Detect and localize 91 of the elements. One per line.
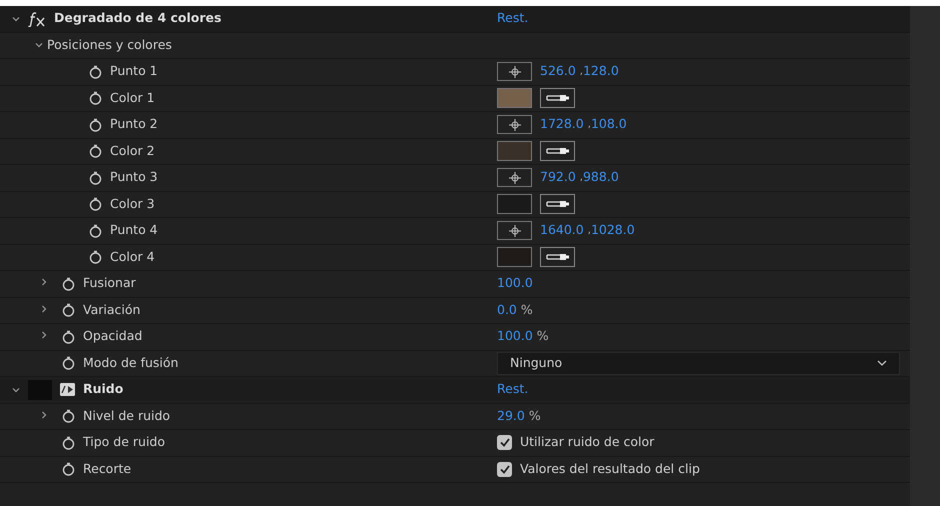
eyedropper-icon [546,93,570,104]
crosshair-icon [508,224,520,237]
param-label: Tipo de ruido [83,433,165,452]
x-value[interactable]: 792.0 [540,168,576,188]
eyedropper-button[interactable] [540,247,575,268]
chevron-down-icon[interactable] [12,14,20,23]
reset-link[interactable]: Rest. [497,380,528,400]
x-value[interactable]: 526.0 [540,62,576,82]
crosshair-button[interactable] [497,62,532,82]
param-label: Modo de fusión [83,354,178,372]
value-separator: , [588,118,591,132]
checkbox[interactable] [497,435,512,450]
stopwatch-icon[interactable] [62,462,75,476]
value-separator: , [580,171,583,186]
number-value[interactable]: 0.0 [497,300,517,320]
check-icon [500,464,510,474]
chevron-right-icon[interactable] [40,304,48,313]
y-value[interactable]: 108.0 [590,115,627,134]
chevron-right-icon[interactable] [40,278,48,286]
number-value[interactable]: 100.0 [497,327,533,346]
stopwatch-icon[interactable] [89,64,102,79]
stopwatch-icon[interactable] [62,330,75,344]
stopwatch-icon[interactable] [89,144,102,158]
param-label: Opacidad [83,327,142,346]
crosshair-button[interactable] [497,168,532,188]
eyedropper-icon [546,146,570,156]
preset-icon [60,383,75,396]
param-label: Fusionar [83,274,136,292]
chevron-down-icon[interactable] [12,386,20,394]
number-value[interactable]: 100.0 [497,274,533,294]
stopwatch-icon[interactable] [89,224,102,238]
value-separator: , [588,224,591,238]
stopwatch-icon[interactable] [89,91,102,106]
fx-icon[interactable] [28,10,46,27]
stopwatch-icon[interactable] [89,170,102,185]
crosshair-button[interactable] [497,115,532,134]
group-label[interactable]: Posiciones y colores [47,36,172,55]
stopwatch-icon[interactable] [89,250,102,264]
unit-label: % [520,300,533,319]
caret-icon [877,360,887,366]
stopwatch-icon[interactable] [62,276,75,291]
check-icon [500,438,510,448]
blend-mode-dropdown[interactable]: Ninguno [497,352,900,375]
crosshair-icon [508,66,520,78]
eyedropper-icon [546,252,570,262]
eyedropper-button[interactable] [540,88,575,108]
x-value[interactable]: 1728.0 [540,115,584,134]
color-swatch[interactable] [497,88,532,108]
eyedropper-button[interactable] [540,194,575,214]
unit-label: % [528,406,541,425]
color-swatch[interactable] [497,194,532,214]
stopwatch-icon[interactable] [62,409,75,424]
stopwatch-icon[interactable] [89,197,102,212]
y-value[interactable]: 1028.0 [590,221,635,240]
crosshair-button[interactable] [497,221,532,240]
color-swatch[interactable] [497,247,532,268]
effect-name[interactable]: Ruido [83,380,124,400]
chevron-right-icon[interactable] [40,410,48,419]
param-label: Punto 1 [110,62,158,80]
param-label: Punto 4 [110,221,158,240]
crosshair-icon [508,118,520,131]
y-value[interactable]: 128.0 [582,62,619,82]
param-label: Color 3 [110,194,155,213]
y-value[interactable]: 988.0 [582,168,619,188]
eyedropper-button[interactable] [540,141,575,162]
chevron-down-icon[interactable] [35,41,43,50]
unit-label: % [536,327,549,346]
param-label: Punto 2 [110,115,158,134]
param-label: Color 4 [110,248,155,266]
effect-name[interactable]: Degradado de 4 colores [54,9,222,28]
reset-link[interactable]: Rest. [497,9,528,28]
color-swatch[interactable] [497,141,532,162]
number-value[interactable]: 29.0 [497,406,525,426]
param-label: Color 1 [110,88,155,107]
crosshair-icon [508,172,520,184]
checkbox[interactable] [497,462,512,477]
stopwatch-icon[interactable] [62,303,75,318]
param-label: Punto 3 [110,168,158,186]
eyedropper-icon [546,199,570,210]
stopwatch-icon[interactable] [89,118,102,132]
value-separator: , [580,65,583,80]
param-label: Color 2 [110,142,155,160]
param-label: Variación [83,300,140,319]
checkbox-label: Utilizar ruido de color [520,433,654,452]
checkbox-label: Valores del resultado del clip [520,460,700,478]
x-value[interactable]: 1640.0 [540,221,584,240]
param-label: Recorte [83,460,132,478]
stopwatch-icon[interactable] [62,436,75,450]
chevron-right-icon[interactable] [40,331,48,340]
param-label: Nivel de ruido [83,406,170,425]
stopwatch-icon[interactable] [62,356,75,370]
